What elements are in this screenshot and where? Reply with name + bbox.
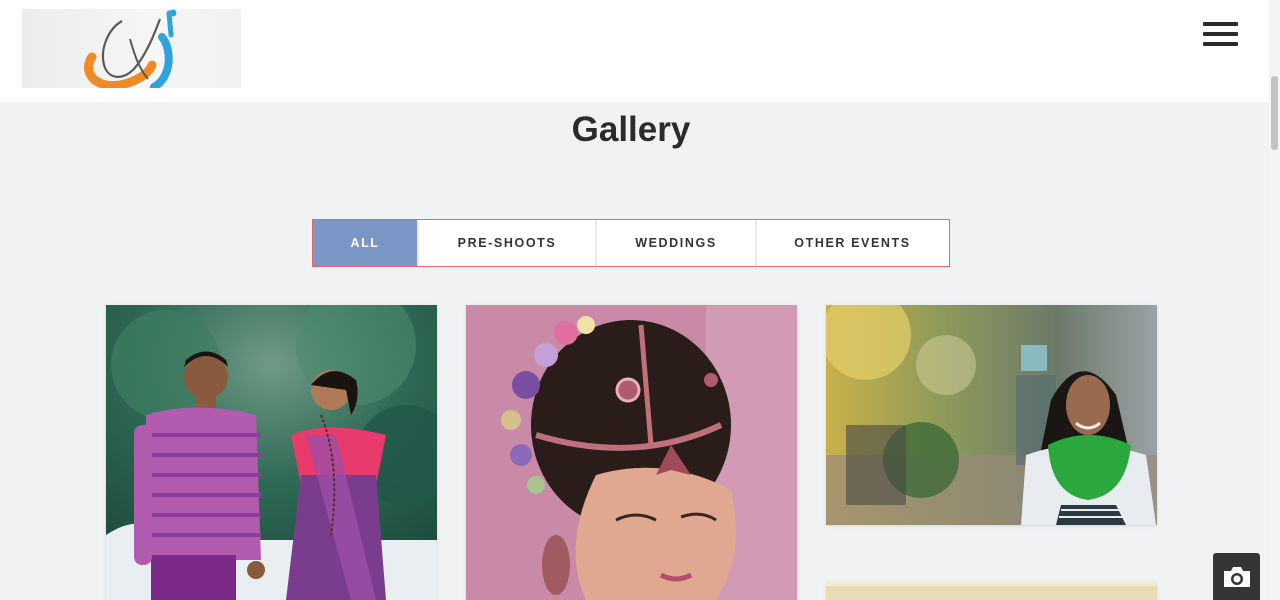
page-scrollbar[interactable] [1269, 0, 1280, 600]
hamburger-menu-icon[interactable] [1203, 22, 1239, 48]
brand-logo[interactable] [22, 9, 241, 88]
camera-icon[interactable] [1213, 553, 1260, 600]
gallery-filter-bar: ALL PRE-SHOOTS WEDDINGS OTHER EVENTS [312, 219, 950, 267]
site-header [0, 0, 1269, 102]
gallery-title: Gallery [571, 110, 691, 149]
filter-pre-shoots[interactable]: PRE-SHOOTS [419, 220, 597, 266]
couple-traditional-outfits-photo[interactable] [106, 305, 437, 600]
filter-other-events[interactable]: OTHER EVENTS [757, 220, 948, 266]
filter-weddings[interactable]: WEDDINGS [597, 220, 757, 266]
bride-headdress-closeup-photo[interactable] [466, 305, 797, 600]
woman-green-scarf-street-photo[interactable] [826, 305, 1157, 525]
filter-all[interactable]: ALL [313, 220, 419, 266]
partial-gallery-photo[interactable] [826, 582, 1157, 600]
scrollbar-thumb[interactable] [1271, 76, 1278, 150]
